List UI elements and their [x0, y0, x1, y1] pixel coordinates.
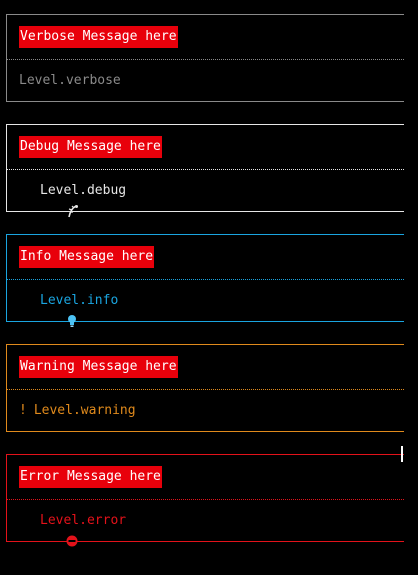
text-cursor	[401, 446, 403, 462]
log-level-label: Level.verbose	[19, 73, 121, 88]
log-level-warning: ! Level.warning	[19, 401, 136, 421]
log-box-verbose: Verbose Message here Level.verbose	[6, 14, 404, 102]
log-message: Warning Message here	[19, 356, 178, 378]
divider	[7, 279, 404, 280]
log-message: Verbose Message here	[19, 26, 178, 48]
log-level-label: Level.debug	[40, 183, 127, 198]
log-level-error: Level.error	[19, 511, 127, 547]
log-message: Error Message here	[19, 466, 162, 488]
log-level-info: Level.info	[19, 291, 119, 327]
log-box-warning: Warning Message here ! Level.warning	[6, 344, 404, 432]
log-level-debug: Level.debug	[19, 181, 127, 218]
log-level-label: Level.warning	[33, 403, 136, 418]
log-level-verbose: Level.verbose	[19, 71, 121, 91]
log-level-label: Level.info	[40, 293, 119, 308]
divider	[7, 59, 404, 60]
lightbulb-icon	[19, 294, 76, 327]
no-entry-icon	[19, 514, 78, 547]
log-box-error: Error Message here Level.error	[6, 454, 404, 547]
log-message: Debug Message here	[19, 136, 162, 158]
log-box-debug: Debug Message here Level.debug	[6, 124, 404, 218]
divider	[7, 389, 404, 390]
log-message: Info Message here	[19, 246, 155, 268]
divider	[7, 499, 404, 500]
log-level-label: Level.error	[40, 513, 127, 528]
bug-icon	[19, 184, 78, 218]
exclamation-icon: !	[19, 403, 27, 418]
divider	[7, 169, 404, 170]
log-box-info: Info Message here Level.info	[6, 234, 404, 327]
